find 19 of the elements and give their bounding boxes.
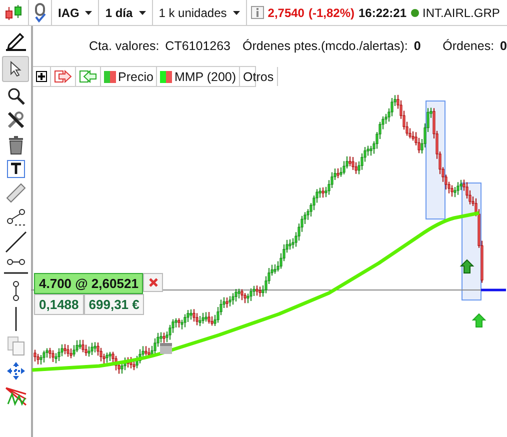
units-dropdown[interactable]: 1 k unidades bbox=[156, 6, 242, 20]
quote-time: 16:22:21 bbox=[358, 6, 407, 20]
last-price: 2,7540 bbox=[268, 6, 304, 20]
chart-tab[interactable]: Otros bbox=[240, 67, 278, 86]
position-value: 699,31 € bbox=[84, 294, 144, 315]
position-entry: 4.700 @ 2,60521 bbox=[34, 273, 144, 294]
account-label: Cta. valores: bbox=[89, 39, 160, 53]
pending-orders-count: 0 bbox=[414, 39, 421, 53]
position-ratio: 0,1488 bbox=[34, 294, 84, 315]
price-change: (-1,82%) bbox=[308, 6, 354, 20]
orders-count: 0 bbox=[500, 39, 507, 53]
symbol-dropdown[interactable]: IAG bbox=[56, 6, 94, 20]
market-name: INT.AIRL.GRP bbox=[422, 6, 500, 20]
chart-tab[interactable]: MMP (200) bbox=[157, 67, 240, 86]
account-number: CT6101263 bbox=[165, 39, 230, 53]
orders-label: Órdenes: bbox=[442, 39, 494, 53]
pending-orders-label: Órdenes ptes.(mcdo./alertas): bbox=[242, 39, 408, 53]
chart-tab[interactable]: Precio bbox=[101, 67, 158, 86]
period-dropdown[interactable]: 1 día bbox=[103, 6, 148, 20]
